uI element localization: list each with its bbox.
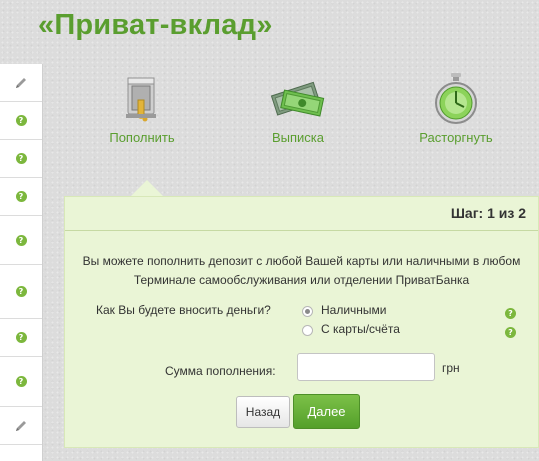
- pencil-icon[interactable]: [14, 419, 28, 433]
- help-icon[interactable]: ?: [505, 308, 516, 319]
- sidebar-help-cell[interactable]: ?: [0, 357, 42, 407]
- radio-card[interactable]: [302, 325, 313, 336]
- help-icon[interactable]: ?: [15, 376, 27, 387]
- radio-card-label[interactable]: С карты/счёта: [321, 322, 400, 336]
- back-button[interactable]: Назад: [236, 396, 290, 428]
- stopwatch-icon: [435, 73, 477, 124]
- page-title: «Приват-вклад»: [38, 9, 273, 41]
- help-icon[interactable]: ?: [15, 332, 27, 343]
- next-button[interactable]: Далее: [293, 394, 360, 429]
- action-statement-label[interactable]: Выписка: [238, 130, 358, 145]
- safe-icon: [126, 77, 156, 122]
- action-terminate-label[interactable]: Расторгнуть: [396, 130, 516, 145]
- action-deposit[interactable]: Пополнить: [82, 70, 202, 145]
- panel-pointer: [131, 180, 163, 196]
- pencil-icon[interactable]: [14, 76, 28, 90]
- info-text: Вы можете пополнить депозит с любой Ваше…: [82, 254, 521, 287]
- sidebar-help-cell[interactable]: ?: [0, 102, 42, 140]
- action-terminate[interactable]: Расторгнуть: [396, 70, 516, 145]
- sidebar-help-cell[interactable]: ?: [0, 216, 42, 265]
- sidebar-edit-cell[interactable]: [0, 407, 42, 445]
- sum-label: Сумма пополнения:: [165, 364, 276, 378]
- currency-unit: грн: [442, 361, 460, 375]
- panel-divider: [65, 230, 538, 231]
- sidebar-help-cell[interactable]: ?: [0, 178, 42, 216]
- help-icon[interactable]: ?: [15, 286, 27, 297]
- sidebar: ? ? ? ? ? ? ?: [0, 64, 43, 461]
- payment-method-label: Как Вы будете вносить деньги?: [96, 303, 271, 317]
- sum-input[interactable]: [297, 353, 435, 381]
- help-icon[interactable]: ?: [15, 234, 27, 246]
- help-icon[interactable]: ?: [505, 327, 516, 338]
- help-icon[interactable]: ?: [15, 191, 27, 202]
- action-deposit-label[interactable]: Пополнить: [82, 130, 202, 145]
- sidebar-help-cell[interactable]: ?: [0, 140, 42, 178]
- help-icon[interactable]: ?: [15, 153, 27, 164]
- sidebar-help-cell[interactable]: ?: [0, 319, 42, 357]
- deposit-panel: Шаг: 1 из 2 Вы можете пополнить депозит …: [64, 196, 539, 448]
- help-icon[interactable]: ?: [15, 115, 27, 126]
- sidebar-edit-cell[interactable]: [0, 64, 42, 102]
- action-statement[interactable]: Выписка: [238, 70, 358, 145]
- step-indicator: Шаг: 1 из 2: [450, 205, 526, 221]
- sidebar-help-cell[interactable]: ?: [0, 265, 42, 319]
- radio-cash[interactable]: [302, 306, 313, 317]
- money-icon: [270, 81, 325, 117]
- radio-cash-label[interactable]: Наличными: [321, 303, 387, 317]
